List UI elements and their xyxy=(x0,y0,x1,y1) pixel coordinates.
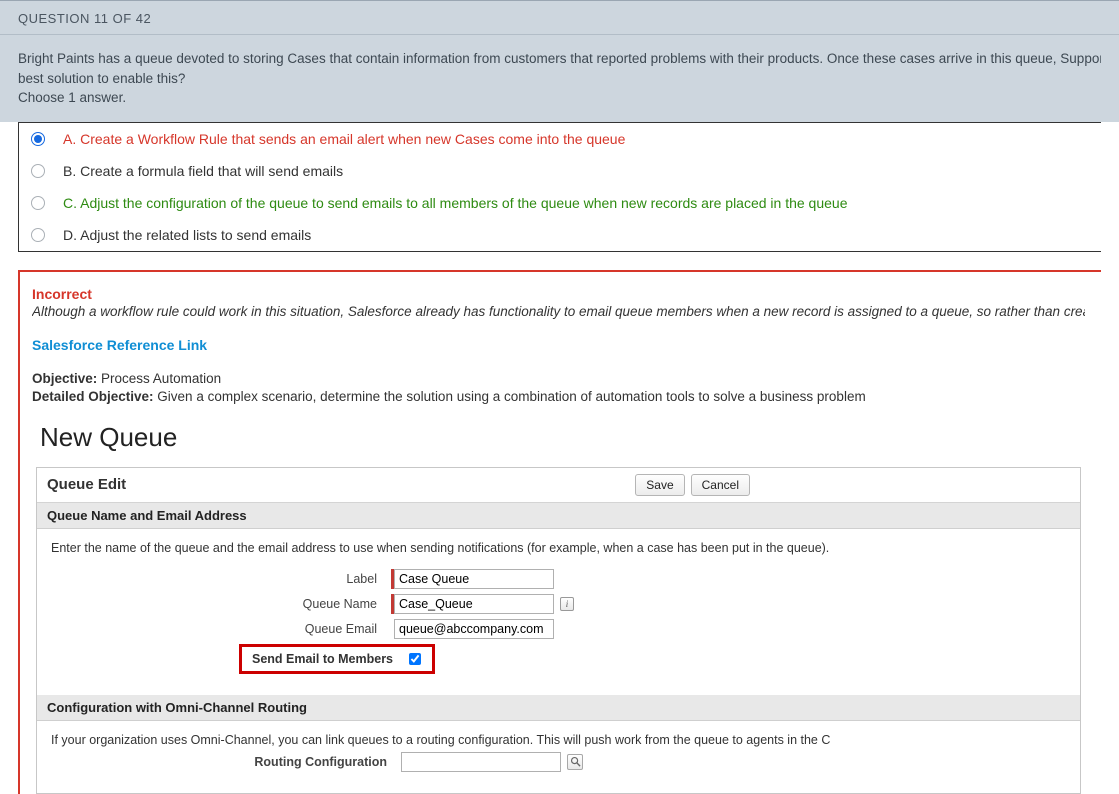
routing-input[interactable] xyxy=(401,752,561,772)
question-text: Bright Paints has a queue devoted to sto… xyxy=(0,35,1119,108)
lookup-icon[interactable] xyxy=(567,754,583,770)
answer-a[interactable]: A. Create a Workflow Rule that sends an … xyxy=(19,123,1101,155)
radio-icon[interactable] xyxy=(31,196,45,210)
label-row: Label xyxy=(51,569,1066,589)
section-header: Queue Name and Email Address xyxy=(37,503,1080,529)
answer-c-label: C. Adjust the configuration of the queue… xyxy=(63,195,848,211)
cancel-button[interactable]: Cancel xyxy=(691,474,750,496)
label-field-label: Label xyxy=(51,572,391,586)
radio-selected-icon[interactable] xyxy=(31,132,45,146)
radio-icon[interactable] xyxy=(31,164,45,178)
answer-d[interactable]: D. Adjust the related lists to send emai… xyxy=(19,219,1101,251)
panel-title: Queue Edit xyxy=(47,476,126,493)
queue-name-label: Queue Name xyxy=(51,597,391,611)
answer-d-label: D. Adjust the related lists to send emai… xyxy=(63,227,311,243)
section2-text: If your organization uses Omni-Channel, … xyxy=(51,733,1066,747)
save-button[interactable]: Save xyxy=(635,474,684,496)
radio-icon[interactable] xyxy=(31,228,45,242)
send-email-highlight: Send Email to Members xyxy=(239,644,435,674)
send-email-label: Send Email to Members xyxy=(246,650,399,668)
label-input[interactable] xyxy=(394,569,554,589)
page-title: New Queue xyxy=(40,422,1081,453)
answer-c[interactable]: C. Adjust the configuration of the queue… xyxy=(19,187,1101,219)
queue-email-label: Queue Email xyxy=(51,622,391,636)
send-email-row: Send Email to Members xyxy=(51,644,1066,674)
answers-block: A. Create a Workflow Rule that sends an … xyxy=(18,122,1101,252)
info-icon[interactable]: i xyxy=(560,597,574,611)
feedback-panel: Incorrect Although a workflow rule could… xyxy=(18,270,1101,794)
reference-link[interactable]: Salesforce Reference Link xyxy=(32,337,1085,353)
answer-a-label: A. Create a Workflow Rule that sends an … xyxy=(63,131,625,147)
routing-label: Routing Configuration xyxy=(191,755,401,769)
objective-line: Objective: Process Automation xyxy=(32,371,1085,386)
answer-b-label: B. Create a formula field that will send… xyxy=(63,163,343,179)
embedded-screenshot: New Queue Queue Edit Save Cancel Queue N… xyxy=(32,422,1085,794)
answer-b[interactable]: B. Create a formula field that will send… xyxy=(19,155,1101,187)
send-email-checkbox[interactable] xyxy=(409,653,421,665)
section-intro: Enter the name of the queue and the emai… xyxy=(51,541,1066,555)
feedback-explanation: Although a workflow rule could work in t… xyxy=(32,304,1085,319)
section-header-2: Configuration with Omni-Channel Routing xyxy=(37,695,1080,721)
question-header: QUESTION 11 OF 42 xyxy=(0,1,1119,35)
detailed-objective-line: Detailed Objective: Given a complex scen… xyxy=(32,389,1085,404)
queue-name-input[interactable] xyxy=(394,594,554,614)
queue-email-row: Queue Email xyxy=(51,619,1066,639)
feedback-title: Incorrect xyxy=(32,286,1085,302)
queue-email-input[interactable] xyxy=(394,619,554,639)
queue-name-row: Queue Name i xyxy=(51,594,1066,614)
